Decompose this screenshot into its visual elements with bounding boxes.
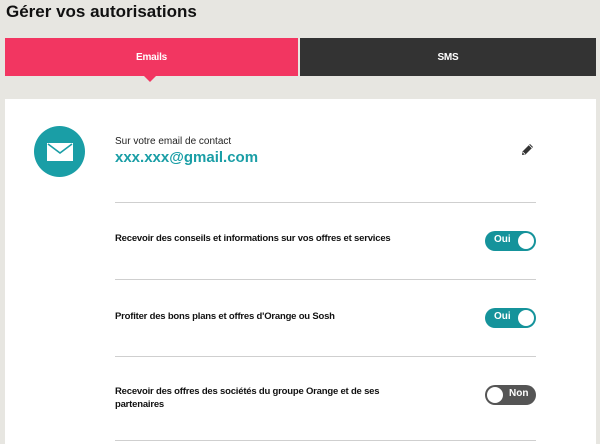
contact-email-value: xxx.xxx@gmail.com [115,149,259,166]
email-permissions-panel: Sur votre email de contact xxx.xxx@gmail… [5,99,596,444]
toggle-conseils[interactable]: Oui [485,231,536,251]
toggle-state-label: Oui [494,311,511,322]
tab-sms[interactable]: SMS [300,38,596,76]
toggle-partenaires[interactable]: Non [485,385,536,405]
page-title: Gérer vos autorisations [6,2,197,21]
pref-label-bons-plans: Profiter des bons plans et offres d'Oran… [115,311,335,322]
divider [115,440,536,441]
divider [115,202,536,203]
divider [115,279,536,280]
contact-email-label: Sur votre email de contact [115,136,232,147]
divider [115,356,536,357]
pref-label-partenaires: Recevoir des offres des sociétés du grou… [115,386,380,410]
tab-emails[interactable]: Emails [5,38,298,82]
toggle-bons-plans[interactable]: Oui [485,308,536,328]
toggle-knob [518,310,534,326]
tab-sms-label: SMS [437,51,459,63]
mail-icon [46,142,73,161]
toggle-state-label: Oui [494,234,511,245]
mail-avatar [34,126,85,177]
toggle-knob [487,387,503,403]
active-tab-indicator [144,76,156,82]
tab-bar: Emails SMS [5,38,596,82]
pencil-icon [521,143,533,155]
edit-email-button[interactable] [519,141,535,157]
toggle-knob [518,233,534,249]
pref-label-conseils: Recevoir des conseils et informations su… [115,233,391,244]
tab-emails-label: Emails [135,51,168,63]
toggle-state-label: Non [509,388,529,399]
